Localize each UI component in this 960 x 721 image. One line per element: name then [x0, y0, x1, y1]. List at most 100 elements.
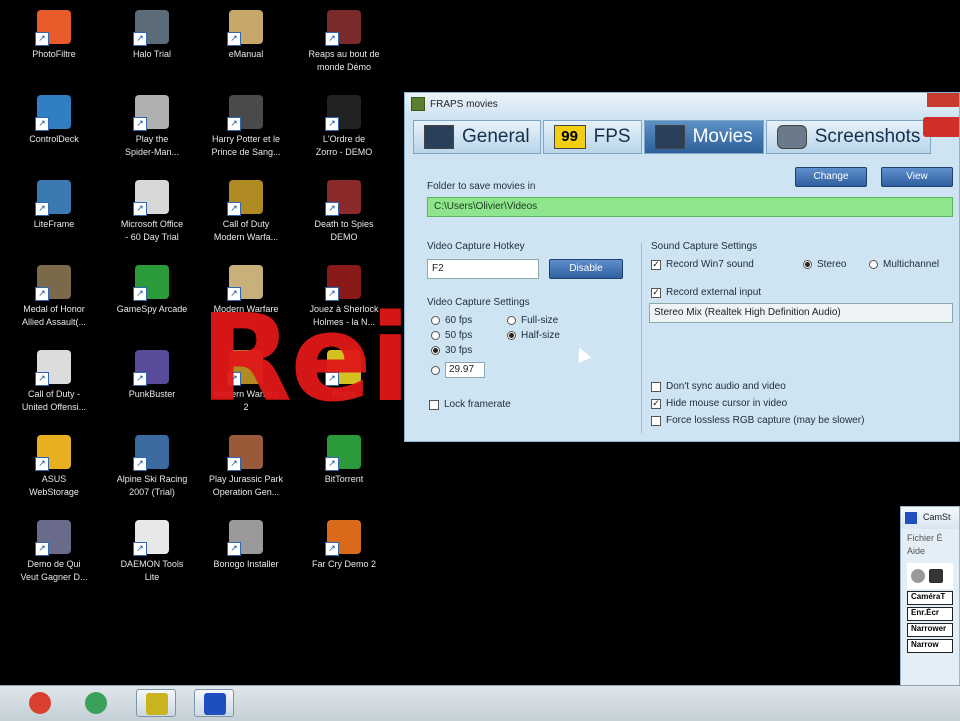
desktop-icon[interactable]: ↗ Alpine Ski Racing 2007 (Trial): [112, 435, 192, 499]
desktop-icon[interactable]: ↗ PhotoFiltre: [14, 10, 94, 61]
folder-label: Folder to save movies in: [427, 181, 536, 192]
stereo-option[interactable]: Stereo: [803, 259, 846, 270]
desktop-icon[interactable]: ↗ ASUS WebStorage: [14, 435, 94, 499]
desktop-icon[interactable]: ↗ eManual: [206, 10, 286, 61]
camera-icon: [776, 125, 807, 149]
desktop-icon[interactable]: ↗ Microsoft Office - 60 Day Trial: [112, 180, 192, 244]
desktop-icon[interactable]: ↗ Demo de Qui Veut Gagner D...: [14, 520, 94, 584]
tab-screenshots[interactable]: Screenshots: [765, 120, 932, 154]
custom-fps-field[interactable]: 29.97: [445, 362, 485, 378]
menu-help[interactable]: Aide: [907, 545, 953, 558]
fraps-red-button[interactable]: [923, 117, 959, 137]
desktop-icon-label: Reaps au bout de monde Démo: [308, 49, 380, 72]
multichannel-option[interactable]: Multichannel: [869, 259, 939, 270]
camstudio-app-icon: [905, 512, 917, 524]
desktop-icon[interactable]: ↗ LiteFrame: [14, 180, 94, 231]
shortcut-icon: ↗: [133, 265, 169, 301]
shortcut-icon: ↗: [227, 180, 263, 216]
hide-cursor-option[interactable]: ✓ Hide mouse cursor in video: [651, 398, 787, 409]
full-size-option[interactable]: Full-size: [507, 315, 558, 326]
desktop-icon[interactable]: ↗ Medal of Honor Allied Assault(...: [14, 265, 94, 329]
desktop-icon-label: BitTorrent: [324, 474, 364, 484]
desktop-icon[interactable]: ↗ GameSpy Arcade: [112, 265, 192, 316]
watermark-text: Rei: [200, 290, 411, 429]
desktop-icon[interactable]: ↗ BitTorrent: [304, 435, 384, 486]
desktop-icon-label: Microsoft Office - 60 Day Trial: [120, 219, 184, 242]
change-button[interactable]: Change: [795, 167, 867, 187]
desktop-icon[interactable]: ↗ Play the Spider-Man...: [112, 95, 192, 159]
shortcut-icon: ↗: [35, 265, 71, 301]
desktop-icon-label: Death to Spies DEMO: [314, 219, 374, 242]
desktop-icon-label: Play the Spider-Man...: [124, 134, 180, 157]
dont-sync-option[interactable]: Don't sync audio and video: [651, 381, 786, 392]
desktop-icon[interactable]: ↗ Reaps au bout de monde Démo: [304, 10, 384, 74]
camstudio-row[interactable]: Narrower: [907, 623, 953, 637]
desktop-icon-label: ControlDeck: [29, 134, 79, 144]
record-external-option[interactable]: ✓ Record external input: [651, 287, 761, 298]
taskbar-network-button[interactable]: [76, 689, 116, 717]
desktop-icon[interactable]: ↗ ControlDeck: [14, 95, 94, 146]
tab-general[interactable]: General: [413, 120, 541, 154]
shortcut-icon: ↗: [35, 520, 71, 556]
record-win7-option[interactable]: ✓ Record Win7 sound: [651, 259, 754, 270]
tab-fps-label: FPS: [593, 126, 631, 147]
full-size-label: Full-size: [521, 315, 559, 326]
fraps-icon: [146, 693, 168, 715]
hotkey-field[interactable]: F2: [427, 259, 539, 279]
tab-movies[interactable]: Movies: [643, 120, 764, 154]
camstudio-row[interactable]: Enr.Écr: [907, 607, 953, 621]
disable-button[interactable]: Disable: [549, 259, 623, 279]
pause-icon[interactable]: [929, 569, 943, 583]
camstudio-row[interactable]: CaméraT: [907, 591, 953, 605]
multichannel-label: Multichannel: [883, 259, 940, 270]
desktop-icon[interactable]: ↗ Far Cry Demo 2: [304, 520, 384, 571]
folder-path-field[interactable]: C:\Users\Olivier\Videos: [427, 197, 953, 217]
fps-30-option[interactable]: 30 fps: [431, 345, 472, 356]
desktop-icon[interactable]: ↗ Harry Potter et le Prince de Sang...: [206, 95, 286, 159]
fps-custom-option[interactable]: 29.97: [431, 362, 485, 378]
shortcut-icon: ↗: [35, 180, 71, 216]
fps-50-option[interactable]: 50 fps: [431, 330, 472, 341]
shortcut-arrow-icon: ↗: [325, 117, 339, 131]
shortcut-icon: ↗: [227, 435, 263, 471]
taskbar-camstudio-button[interactable]: [194, 689, 234, 717]
shortcut-icon: ↗: [227, 10, 263, 46]
desktop-icon-label: L'Ordre de Zorro - DEMO: [315, 134, 373, 157]
desktop-icon[interactable]: ↗ Bonogo Installer: [206, 520, 286, 571]
lock-framerate-label: Lock framerate: [444, 399, 511, 410]
desktop-icon-label: Far Cry Demo 2: [311, 559, 376, 569]
desktop-icon[interactable]: ↗ Call of Duty - United Offensi...: [14, 350, 94, 414]
lock-framerate-option[interactable]: Lock framerate: [429, 399, 511, 410]
fps-99-icon: 99: [553, 125, 586, 149]
section-divider: [641, 243, 642, 433]
desktop-icon[interactable]: ↗ Halo Trial: [112, 10, 192, 61]
desktop-icon[interactable]: ↗ L'Ordre de Zorro - DEMO: [304, 95, 384, 159]
shortcut-arrow-icon: ↗: [35, 542, 49, 556]
desktop-icon[interactable]: ↗ Play Jurassic Park Operation Gen...: [206, 435, 286, 499]
camstudio-row[interactable]: Narrow: [907, 639, 953, 653]
desktop-icon-label: ASUS WebStorage: [29, 474, 79, 497]
desktop-icon-label: LiteFrame: [33, 219, 75, 229]
view-button[interactable]: View: [881, 167, 953, 187]
menu-file[interactable]: Fichier É: [907, 532, 953, 545]
shortcut-icon: ↗: [133, 95, 169, 131]
camstudio-titlebar[interactable]: CamSt: [901, 507, 959, 529]
taskbar-chrome-button[interactable]: [20, 689, 60, 717]
fps-60-option[interactable]: 60 fps: [431, 315, 472, 326]
desktop-icon[interactable]: ↗ DAEMON Tools Lite: [112, 520, 192, 584]
sound-settings-label: Sound Capture Settings: [651, 241, 758, 252]
tab-fps[interactable]: 99 FPS: [542, 120, 642, 154]
desktop-icon[interactable]: ↗ Call of Duty Modern Warfa...: [206, 180, 286, 244]
desktop-icon[interactable]: ↗ Death to Spies DEMO: [304, 180, 384, 244]
half-size-option[interactable]: Half-size: [507, 330, 560, 341]
desktop-icon[interactable]: ↗ PunkBuster: [112, 350, 192, 401]
taskbar-fraps-button[interactable]: [136, 689, 176, 717]
input-device-select[interactable]: Stereo Mix (Realtek High Definition Audi…: [649, 303, 953, 323]
radio-selected-icon: [803, 260, 812, 269]
force-lossless-option[interactable]: Force lossless RGB capture (may be slowe…: [651, 415, 864, 426]
fraps-titlebar[interactable]: FRAPS movies: [405, 93, 959, 115]
record-icon[interactable]: [911, 569, 925, 583]
desktop-icon-label: Bonogo Installer: [213, 559, 279, 569]
shortcut-icon: ↗: [325, 180, 361, 216]
window-close-button[interactable]: [927, 93, 959, 107]
